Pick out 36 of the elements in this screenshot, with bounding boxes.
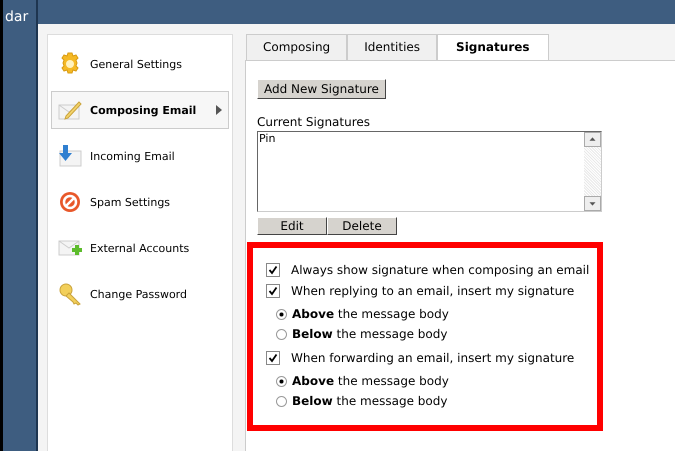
checkbox-label: When forwarding an email, insert my signature	[291, 350, 574, 364]
no-sign-icon	[58, 190, 82, 214]
sidebar-item[interactable]: External Accounts	[51, 229, 229, 267]
sidebar-item[interactable]: Spam Settings	[51, 183, 229, 221]
checkbox[interactable]	[266, 284, 280, 298]
list-button[interactable]: Delete	[327, 217, 397, 235]
tab[interactable]: Signatures	[437, 34, 549, 61]
checkbox-label: When replying to an email, insert my signature	[291, 284, 574, 298]
sidebar-item[interactable]: General Settings	[51, 45, 229, 83]
list-label: Current Signatures	[257, 115, 370, 129]
sidebar-item[interactable]: Composing Email	[51, 91, 229, 129]
radio-label: Below the message body	[292, 327, 448, 341]
window-title: dar	[4, 8, 30, 25]
list-button[interactable]: Edit	[257, 217, 327, 235]
radio-button[interactable]	[276, 396, 287, 406]
key-icon	[58, 282, 82, 306]
radio-button[interactable]	[276, 328, 287, 340]
checkbox[interactable]	[266, 350, 280, 364]
checkbox-label: Always show signature when composing an email	[291, 262, 590, 276]
sidebar-item[interactable]: Change Password	[51, 275, 229, 313]
add-signature-button[interactable]: Add New Signature	[257, 79, 386, 99]
caret-icon	[216, 105, 222, 115]
checkbox[interactable]	[266, 262, 280, 276]
radio-label: Above the message body	[292, 374, 449, 388]
list-item[interactable]: Pin	[259, 132, 583, 145]
radio-button[interactable]	[276, 308, 287, 320]
radio-label: Above the message body	[292, 307, 449, 321]
radio-label: Below the message body	[292, 394, 448, 408]
scroll-up-icon[interactable]	[584, 132, 601, 147]
tab[interactable]: Identities	[347, 34, 438, 60]
tab[interactable]: Composing	[246, 34, 348, 60]
signature-list[interactable]: Pin	[257, 131, 602, 212]
envelope-down-arrow-icon	[58, 144, 82, 168]
scroll-down-icon[interactable]	[584, 196, 601, 211]
sidebar-item[interactable]: Incoming Email	[51, 137, 229, 175]
radio-button[interactable]	[276, 376, 287, 386]
